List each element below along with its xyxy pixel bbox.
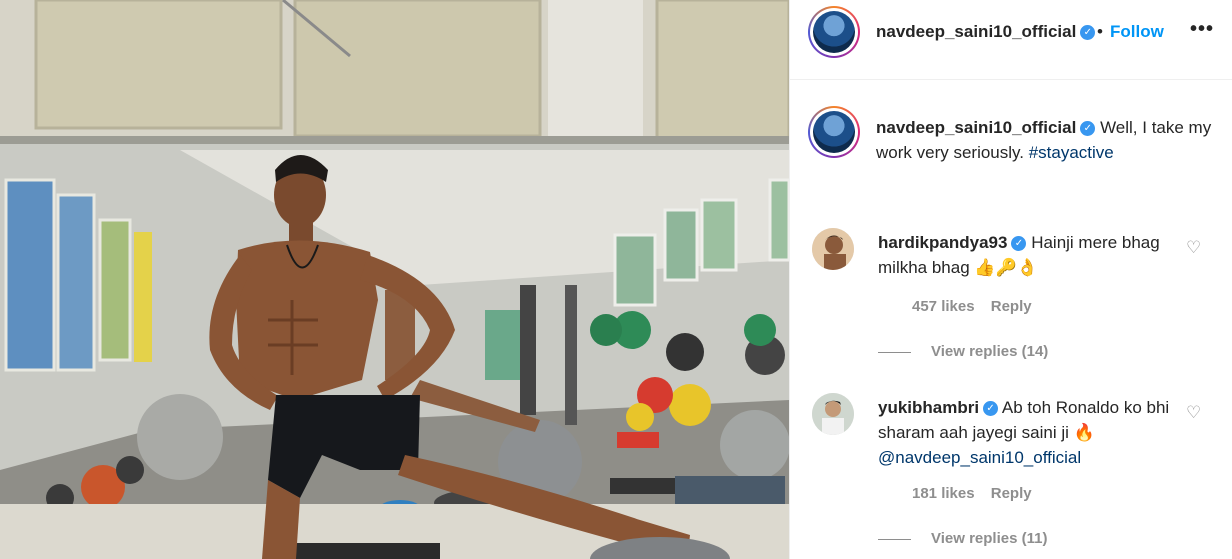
comment-mention[interactable]: @navdeep_saini10_official [878, 448, 1081, 467]
comment-likes-count[interactable]: 457 likes [912, 298, 975, 315]
view-replies-label[interactable]: View replies (11) [931, 530, 1047, 547]
comment-body: hardikpandya93 ✓ Hainji mere bhag milkha … [878, 230, 1178, 280]
view-replies-button[interactable]: View replies (11) [878, 530, 1047, 547]
comment-username[interactable]: yukibhambri [878, 398, 979, 417]
view-replies-line [878, 538, 911, 540]
verified-badge-icon: ✓ [1011, 236, 1027, 252]
verified-badge-icon: ✓ [983, 401, 999, 417]
comment-likes-count[interactable]: 181 likes [912, 485, 975, 502]
verified-badge-icon: ✓ [1080, 121, 1096, 137]
like-heart-icon[interactable]: ♡ [1186, 403, 1201, 423]
commenter-avatar-image [812, 393, 854, 435]
comment-meta: 181 likes Reply [912, 485, 1044, 502]
post-side-panel: navdeep_saini10_official ✓ • Follow ••• n… [789, 0, 1232, 559]
comment-meta: 457 likes Reply [912, 298, 1044, 315]
author-avatar[interactable] [808, 6, 860, 58]
like-heart-icon[interactable]: ♡ [1186, 238, 1201, 258]
view-replies-line [878, 351, 911, 353]
commenter-avatar[interactable] [812, 393, 854, 435]
post-caption: navdeep_saini10_official ✓ Well, I take m… [876, 115, 1216, 165]
more-options-icon[interactable]: ••• [1190, 18, 1214, 41]
caption-author-avatar[interactable] [808, 106, 860, 158]
commenter-avatar-image [812, 228, 854, 270]
gym-photo-illustration [0, 0, 789, 559]
comment-reply-button[interactable]: Reply [991, 485, 1032, 502]
author-username-header[interactable]: navdeep_saini10_official ✓ [876, 22, 1096, 42]
caption-username[interactable]: navdeep_saini10_official [876, 118, 1076, 137]
post-photo[interactable] [0, 0, 789, 559]
verified-badge-icon: ✓ [1080, 25, 1096, 41]
header-separator: • [1097, 22, 1103, 41]
follow-button[interactable]: Follow [1110, 22, 1164, 42]
caption-author-avatar-image [813, 111, 855, 153]
view-replies-button[interactable]: View replies (14) [878, 343, 1048, 360]
author-avatar-image [813, 11, 855, 53]
author-username-text[interactable]: navdeep_saini10_official [876, 22, 1076, 41]
comment-username[interactable]: hardikpandya93 [878, 233, 1007, 252]
view-replies-label[interactable]: View replies (14) [931, 343, 1048, 360]
caption-hashtag[interactable]: #stayactive [1029, 143, 1114, 162]
comment-body: yukibhambri ✓ Ab toh Ronaldo ko bhi shara… [878, 395, 1178, 470]
comment-reply-button[interactable]: Reply [991, 298, 1032, 315]
commenter-avatar[interactable] [812, 228, 854, 270]
post-header: navdeep_saini10_official ✓ • Follow ••• [790, 0, 1232, 80]
